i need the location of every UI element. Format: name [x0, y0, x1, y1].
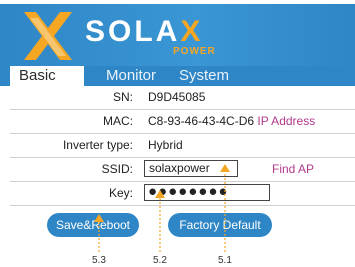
mac-label: MAC:: [103, 114, 133, 128]
brand-sub: POWER: [173, 46, 216, 57]
inverter-type-label: Inverter type:: [62, 138, 133, 152]
row-ssid: SSID: solaxpower Find AP: [10, 158, 355, 182]
sn-label: SN:: [112, 90, 133, 104]
solax-x-logo-icon: [24, 12, 72, 60]
row-sn: SN: D9D45085: [10, 86, 355, 110]
callout-label-5-2: 5.2: [153, 255, 167, 266]
brand-header: SOLAX POWER: [0, 4, 355, 66]
inverter-type-value: Hybrid: [148, 138, 183, 152]
ip-address-link[interactable]: IP Address: [257, 114, 315, 128]
callout-pointer-key: [155, 190, 165, 252]
callout-pointer-ssid: [220, 164, 230, 252]
sn-value: D9D45085: [148, 90, 206, 104]
row-mac: MAC: C8-93-46-43-4C-D6 IP Address: [10, 110, 355, 134]
tab-monitor[interactable]: Monitor: [106, 66, 156, 86]
callout-label-5-1: 5.1: [218, 255, 232, 266]
brand-name: SOLAX: [85, 17, 203, 47]
mac-address: C8-93-46-43-4C-D6: [148, 114, 255, 128]
tab-system[interactable]: System: [179, 66, 229, 86]
mac-value: C8-93-46-43-4C-D6 IP Address: [148, 110, 315, 133]
settings-table: SN: D9D45085 MAC: C8-93-46-43-4C-D6 IP A…: [10, 86, 355, 206]
brand-name-main: SOLA: [85, 15, 181, 48]
row-key: Key: ●●●●●●●●: [10, 182, 355, 206]
tab-basic[interactable]: Basic: [10, 66, 84, 86]
brand-name-accent: X: [180, 15, 204, 48]
find-ap-link[interactable]: Find AP: [272, 158, 314, 181]
row-inverter-type: Inverter type: Hybrid: [10, 134, 355, 158]
callout-label-5-3: 5.3: [92, 255, 106, 266]
ssid-label: SSID:: [101, 162, 133, 176]
tab-bar: Basic Monitor System: [0, 66, 355, 86]
callout-pointer-save: [94, 214, 104, 252]
key-label: Key:: [108, 186, 133, 200]
